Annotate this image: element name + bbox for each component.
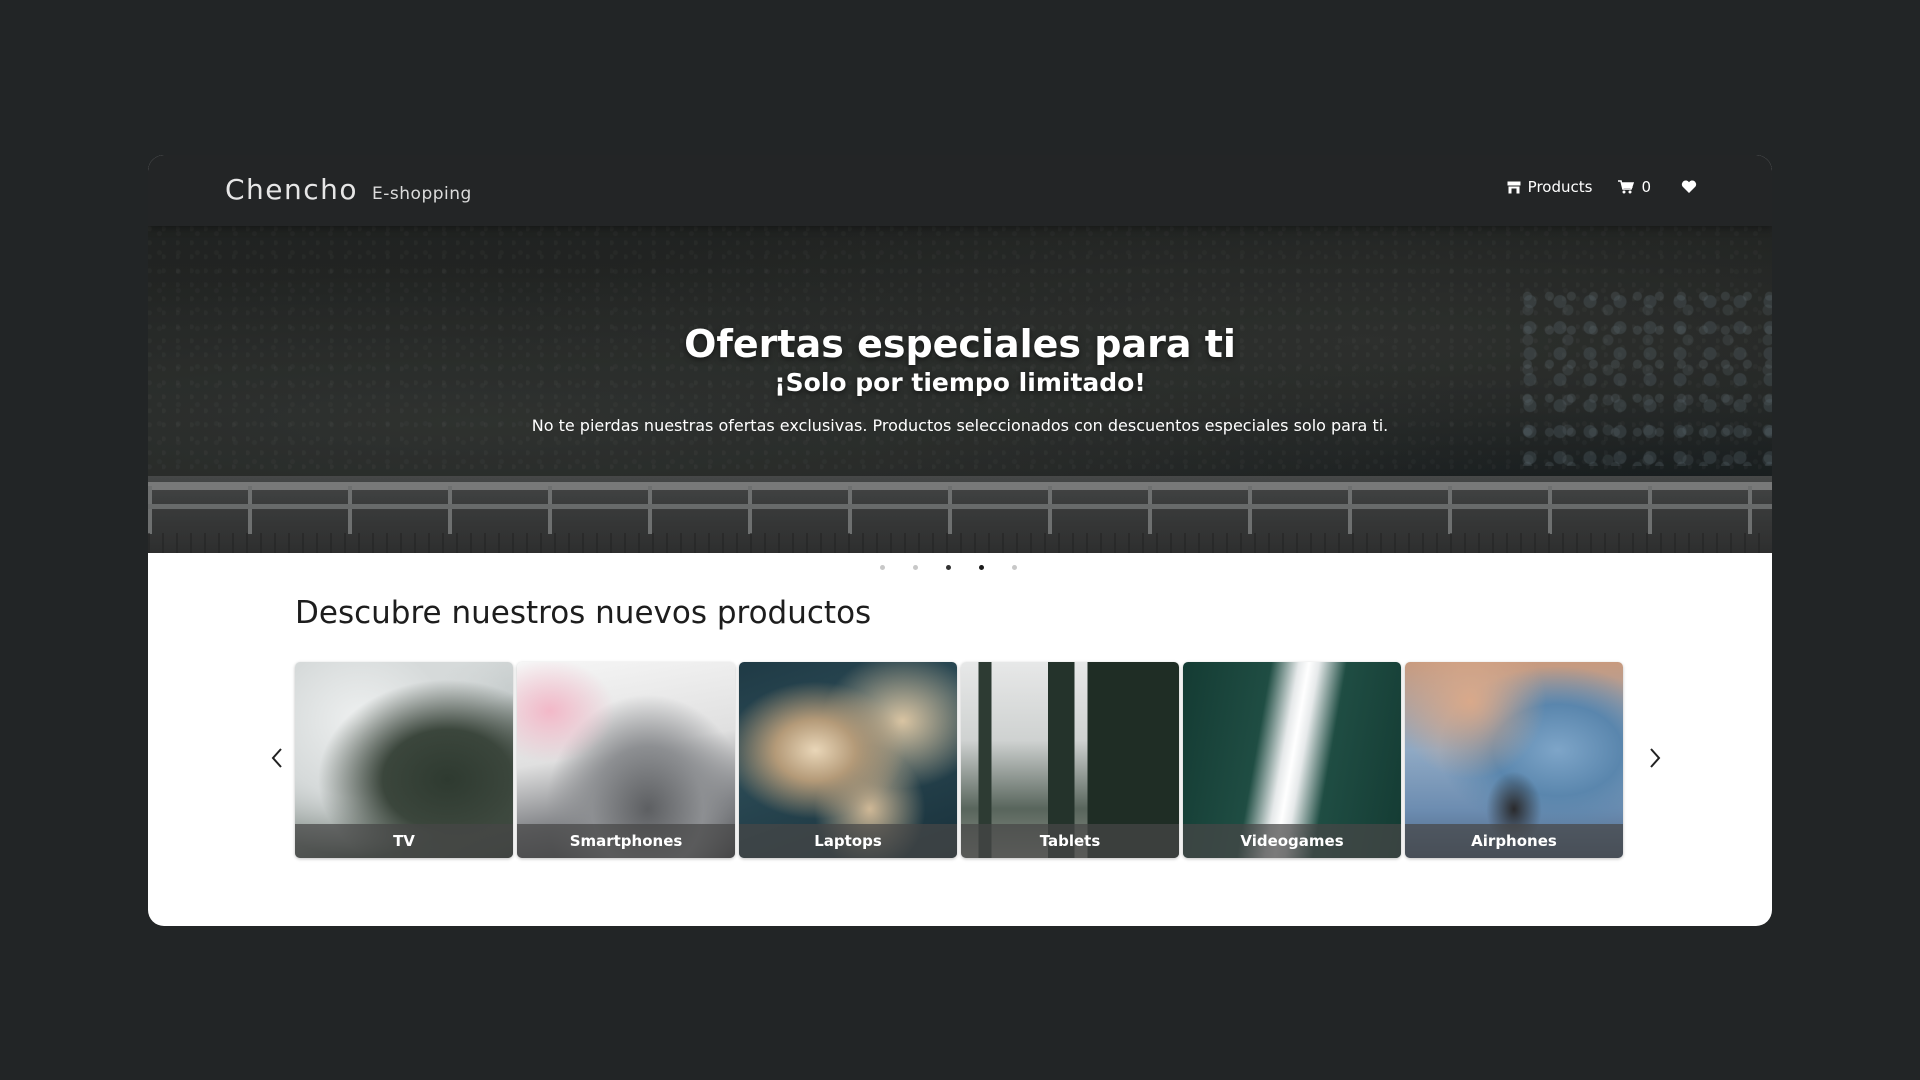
product-carousel: TV Smartphones Laptops Tablets Videogame… <box>148 662 1772 858</box>
app-window: Chencho E-shopping Products 0 Ofertas es… <box>148 155 1772 926</box>
carousel-dot-5[interactable] <box>1011 565 1017 570</box>
category-card-tv[interactable]: TV <box>295 662 513 858</box>
favorites-link[interactable] <box>1681 180 1697 194</box>
category-cards: TV Smartphones Laptops Tablets Videogame… <box>295 662 1623 858</box>
category-label: Videogames <box>1183 824 1401 858</box>
cart-link[interactable]: 0 <box>1618 178 1651 196</box>
hero-subtitle: ¡Solo por tiempo limitado! <box>774 368 1146 397</box>
products-label: Products <box>1527 178 1593 196</box>
cart-count: 0 <box>1641 178 1651 196</box>
products-link[interactable]: Products <box>1507 178 1593 196</box>
brand-tagline: E-shopping <box>372 184 472 204</box>
section-title: Descubre nuestros nuevos productos <box>295 595 872 631</box>
category-label: Smartphones <box>517 824 735 858</box>
category-label: Laptops <box>739 824 957 858</box>
category-label: TV <box>295 824 513 858</box>
category-card-videogames[interactable]: Videogames <box>1183 662 1401 858</box>
category-label: Airphones <box>1405 824 1623 858</box>
nav-links: Products 0 <box>1507 178 1697 196</box>
carousel-indicators <box>148 565 1760 570</box>
carousel-dot-4[interactable] <box>978 565 984 570</box>
chevron-right-icon <box>1648 747 1662 773</box>
hero-title: Ofertas especiales para ti <box>684 322 1236 366</box>
hero-description: No te pierdas nuestras ofertas exclusiva… <box>531 416 1389 435</box>
navbar: Chencho E-shopping Products 0 <box>148 155 1772 226</box>
category-card-airphones[interactable]: Airphones <box>1405 662 1623 858</box>
hero-content: Ofertas especiales para ti ¡Solo por tie… <box>148 321 1772 437</box>
hero-banner: Ofertas especiales para ti ¡Solo por tie… <box>148 226 1772 553</box>
heart-icon <box>1681 180 1697 194</box>
category-card-smartphones[interactable]: Smartphones <box>517 662 735 858</box>
category-card-laptops[interactable]: Laptops <box>739 662 957 858</box>
cart-icon <box>1618 180 1635 194</box>
carousel-dot-3[interactable] <box>945 565 951 570</box>
carousel-dot-1[interactable] <box>879 565 885 570</box>
brand[interactable]: Chencho E-shopping <box>225 173 472 206</box>
chevron-left-icon <box>270 747 284 773</box>
carousel-prev-button[interactable] <box>265 746 289 774</box>
carousel-next-button[interactable] <box>1643 746 1667 774</box>
brand-name: Chencho <box>225 173 359 206</box>
category-card-tablets[interactable]: Tablets <box>961 662 1179 858</box>
category-label: Tablets <box>961 824 1179 858</box>
carousel-dot-2[interactable] <box>912 565 918 570</box>
store-icon <box>1507 181 1521 194</box>
